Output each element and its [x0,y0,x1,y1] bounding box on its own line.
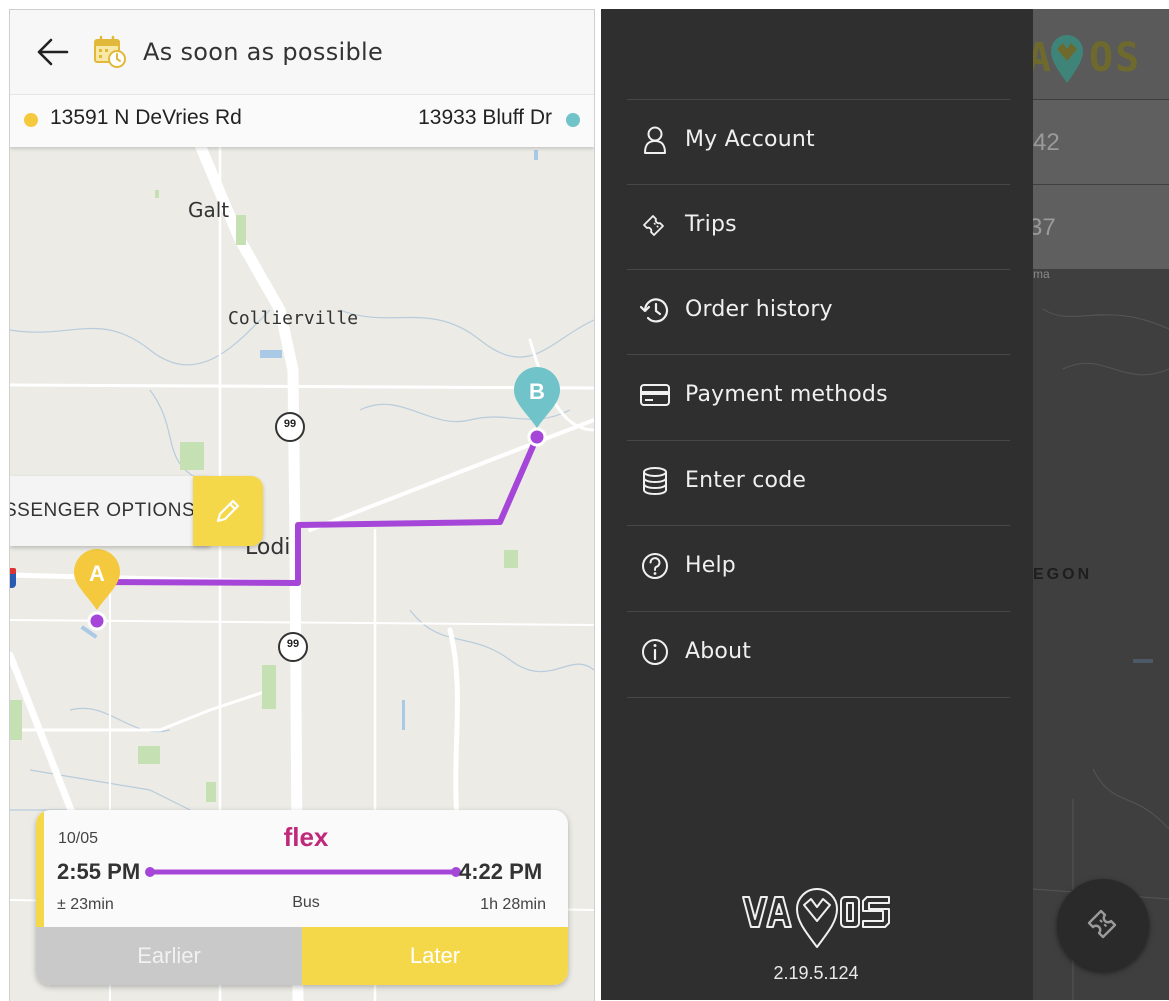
map-region-label: EGON [1033,566,1093,583]
trip-option-card[interactable]: 10/05 flex 2:55 PM 4:22 PM ± 23min Bus 1… [36,810,568,985]
menu-item-order-history[interactable]: Order history [627,269,1010,354]
menu-item-about[interactable]: About [627,611,1010,696]
menu-divider [627,697,1010,698]
map-label-galt: Galt [188,198,230,222]
menu-item-my-account[interactable]: My Account [627,99,1010,184]
interstate-shield-icon [10,568,16,588]
menu-item-label: Payment methods [685,382,888,407]
brand-fragment-right: OS [1089,35,1142,81]
menu-item-label: Help [685,553,736,578]
menu-item-label: About [685,639,752,664]
menu-item-help[interactable]: Help [627,525,1010,610]
menu-item-payment-methods[interactable]: Payment methods [627,354,1010,439]
pin-b-label: B [529,379,545,404]
dimmed-map [1033,9,1169,1000]
card-icon [640,384,670,406]
trip-duration: 1h 28min [480,896,546,913]
brand-pin-icon [1051,35,1083,83]
highway-label: 99 [283,418,297,430]
tickets-fab-button[interactable] [1057,879,1149,971]
transport-mode: Bus [292,894,320,911]
origin-dot [87,611,107,631]
departure-variance: ± 23min [57,896,114,913]
menu-item-trips[interactable]: Trips [627,184,1010,269]
menu-item-label: Trips [685,212,737,237]
database-icon [643,467,667,496]
background-small-text: ma [1033,267,1050,281]
card-accent-stripe [36,810,44,928]
menu-item-enter-code[interactable]: Enter code [627,440,1010,525]
menu-item-label: Order history [685,297,833,322]
vamos-logo [742,888,890,948]
origin-address[interactable]: 13591 N DeVries Rd [50,106,242,130]
passenger-options-label[interactable]: SSENGER OPTIONS [10,500,195,522]
ticket-icon [1087,909,1117,939]
person-icon [644,126,666,154]
departure-time: 2:55 PM [57,859,141,884]
back-arrow-icon[interactable] [36,37,70,67]
earlier-button[interactable]: Earlier [36,927,302,985]
navigation-drawer: My Account Trips Order history Payment m… [601,9,1033,1000]
menu-screen: A OS 42 37 ma EGON My Account Trips Orde… [601,9,1169,1000]
edit-passenger-options-button[interactable] [193,476,263,546]
arrival-time: 4:22 PM [459,859,543,884]
destination-address[interactable]: 13933 Bluff Dr [418,106,552,130]
background-value: 37 [1033,214,1056,241]
help-icon [642,553,668,579]
trip-date: 10/05 [58,830,99,847]
later-button[interactable]: Later [302,927,568,985]
map-label-collierville: Collierville [228,308,359,329]
destination-marker-icon [566,113,580,127]
trip-planner-screen: Galt Collierville Lodi 99 99 A B As soon… [9,9,595,1001]
ticket-icon [643,215,664,236]
highway-label: 99 [286,638,300,650]
menu-item-label: My Account [685,127,815,152]
destination-dot [527,427,547,447]
menu-item-label: Enter code [685,468,807,493]
history-icon [639,298,669,323]
app-version: 2.19.5.124 [773,963,859,983]
schedule-label[interactable]: As soon as possible [143,38,383,66]
trip-timeline [145,867,461,877]
brand-fragment-left: A [1033,35,1054,81]
calendar-clock-icon[interactable] [92,34,128,70]
dimmed-background[interactable]: A OS 42 37 ma EGON [1033,9,1169,1000]
origin-marker-icon [24,113,38,127]
pin-a-label: A [89,561,105,586]
background-value: 42 [1033,129,1060,156]
info-icon [642,639,668,665]
service-name: flex [283,822,329,852]
pencil-icon [216,499,240,523]
